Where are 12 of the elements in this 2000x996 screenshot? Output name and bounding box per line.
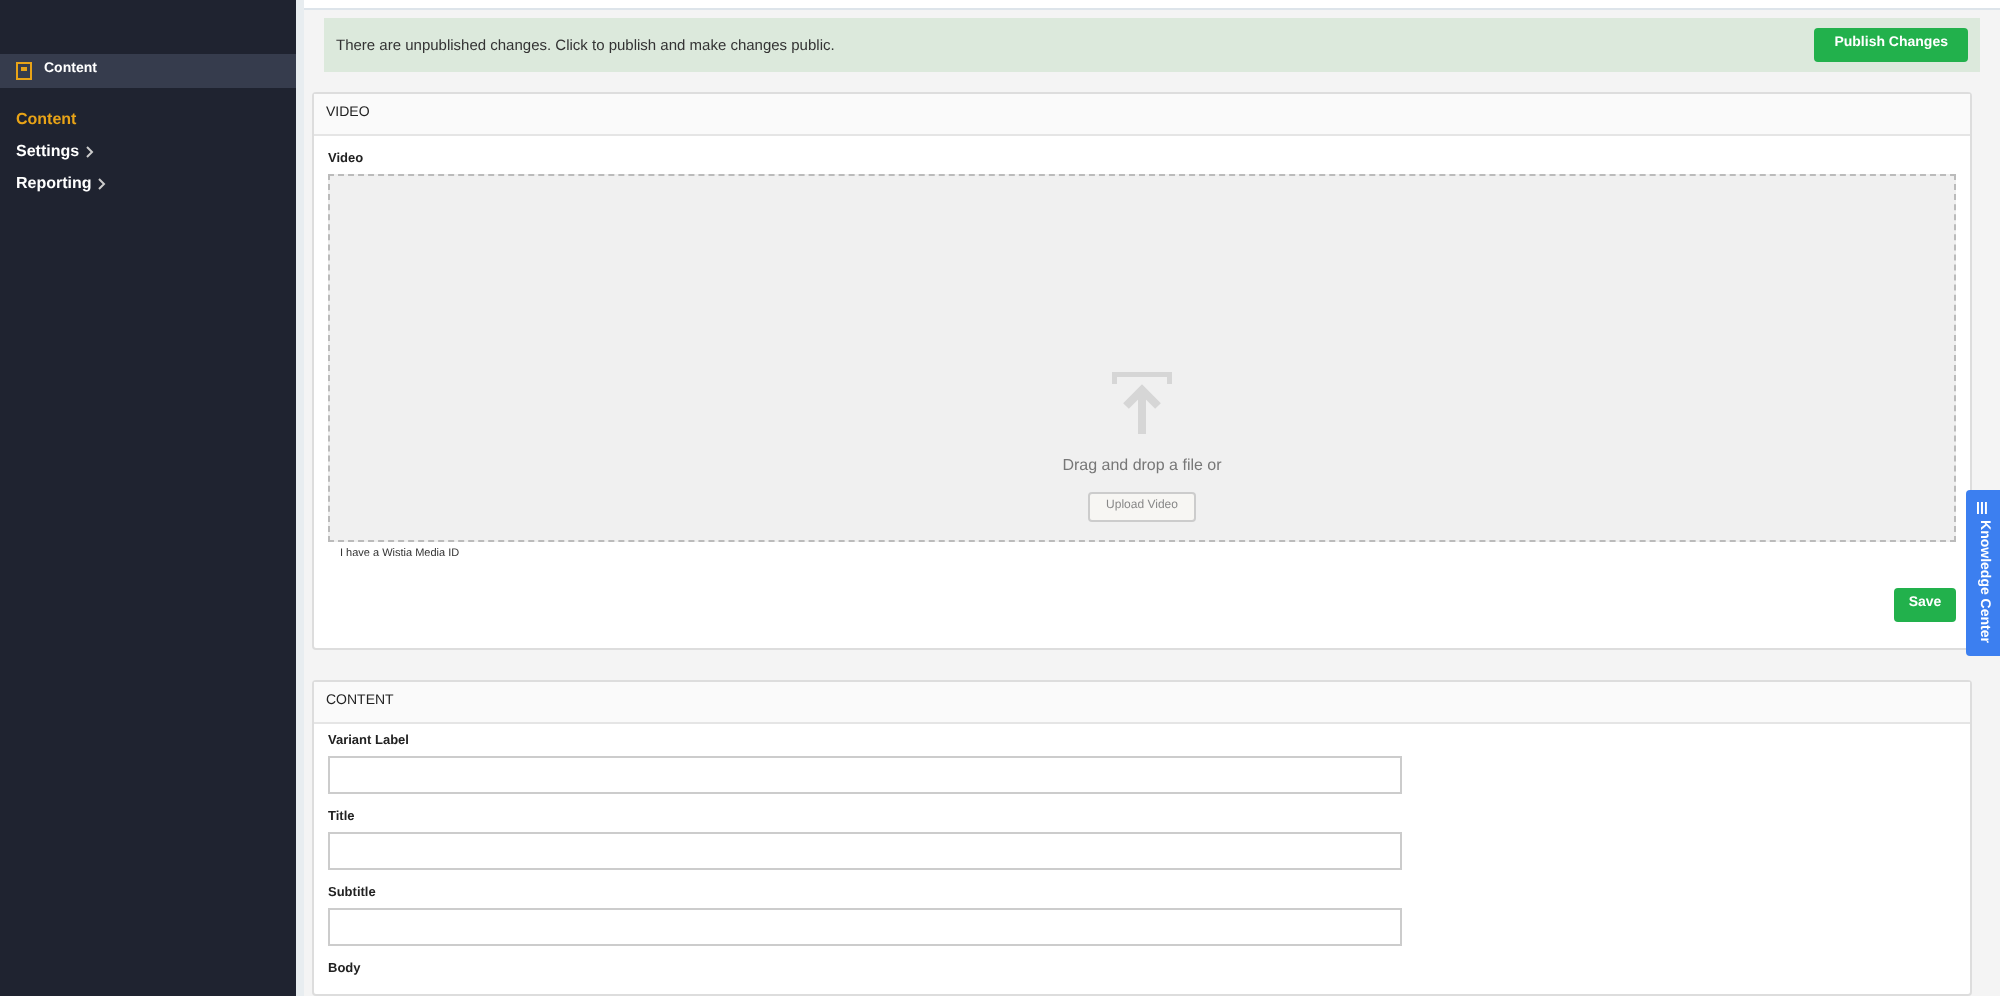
book-icon	[16, 62, 32, 80]
text-field[interactable]	[328, 831, 1402, 870]
upload-icon	[1112, 371, 1172, 436]
text-field[interactable]	[328, 907, 1402, 946]
chevron-right-icon	[85, 145, 94, 157]
text-field[interactable]	[328, 755, 1402, 794]
sidebar-item[interactable]: Reporting	[16, 170, 296, 196]
sidebar-item[interactable]: Settings	[16, 138, 296, 164]
sidebar-item[interactable]: Content	[16, 106, 296, 132]
dropzone-text: Drag and drop a file or	[1062, 453, 1222, 478]
menu-icon	[1978, 502, 1988, 515]
chevron-right-icon	[97, 177, 106, 189]
